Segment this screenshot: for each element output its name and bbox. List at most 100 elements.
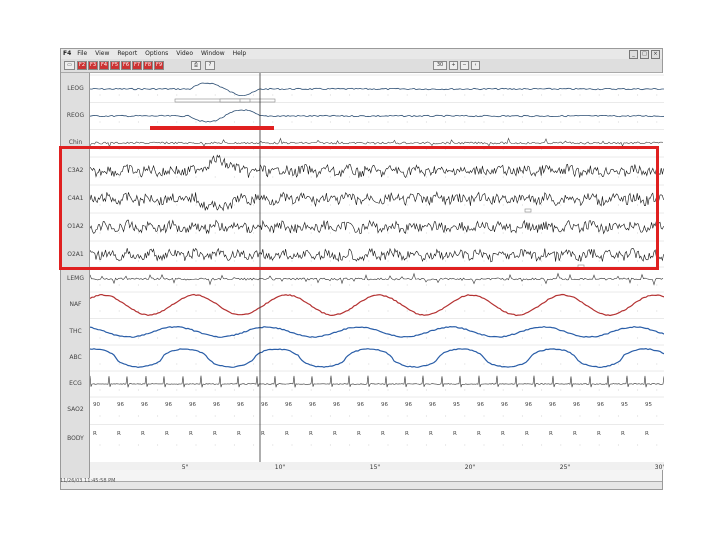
menu-file[interactable]: File <box>77 50 87 57</box>
body-position-value: R <box>381 431 385 437</box>
grid-dot <box>425 415 427 417</box>
channel-label-o2a1[interactable]: O2A1 <box>61 251 90 258</box>
grid-dot <box>617 204 619 206</box>
grid-dot <box>99 337 101 339</box>
channel-label-body[interactable]: BODY <box>61 435 90 442</box>
grid-dot <box>118 415 120 417</box>
grid-dot <box>272 284 274 286</box>
channel-label-naf[interactable]: NAF <box>61 301 90 308</box>
channel-label-abc[interactable]: ABC <box>61 354 90 361</box>
channel-label-sao2[interactable]: SAO2 <box>61 406 90 413</box>
grid-dot <box>214 232 216 234</box>
grid-dot <box>233 444 235 446</box>
horizontal-scrollbar[interactable] <box>61 481 662 489</box>
grid-dot <box>157 363 159 365</box>
grid-dot <box>521 94 523 96</box>
grid-dot <box>176 363 178 365</box>
print-icon[interactable]: ⎙ <box>191 61 201 70</box>
menu-video[interactable]: Video <box>176 50 193 57</box>
grid-dot <box>541 232 543 234</box>
menu-options[interactable]: Options <box>145 50 168 57</box>
sao2-value: 96 <box>573 402 580 408</box>
grid-dot <box>502 94 504 96</box>
grid-dot <box>406 176 408 178</box>
grid-dot <box>253 284 255 286</box>
menu-help[interactable]: Help <box>233 50 247 57</box>
channel-label-chin[interactable]: Chin <box>61 139 90 146</box>
f8-button[interactable]: F8 <box>143 61 153 70</box>
epoch-length-field[interactable]: 30 <box>433 61 447 70</box>
grid-dot <box>502 363 504 365</box>
app-menu[interactable]: F4 <box>63 50 71 57</box>
help-icon[interactable]: ? <box>205 61 215 70</box>
f5-button[interactable]: F5 <box>110 61 120 70</box>
grid-dot <box>368 94 370 96</box>
grid-dot <box>502 121 504 123</box>
channel-label-c4a1[interactable]: C4A1 <box>61 195 90 202</box>
sao2-value: 96 <box>285 402 292 408</box>
grid-dot <box>272 176 274 178</box>
grid-dot <box>656 415 658 417</box>
grid-dot <box>195 148 197 150</box>
grid-dot <box>464 389 466 391</box>
f2-button[interactable]: F2 <box>77 61 87 70</box>
menu-window[interactable]: Window <box>201 50 225 57</box>
menu-view[interactable]: View <box>95 50 109 57</box>
grid-dot <box>329 260 331 262</box>
body-position-value: R <box>621 431 625 437</box>
menu-report[interactable]: Report <box>117 50 137 57</box>
grid-dot <box>176 232 178 234</box>
channel-label-c3a2[interactable]: C3A2 <box>61 167 90 174</box>
f6-button[interactable]: F6 <box>121 61 131 70</box>
grid-dot <box>560 363 562 365</box>
f3-button[interactable]: F3 <box>88 61 98 70</box>
channel-label-ecg[interactable]: ECG <box>61 380 90 387</box>
f7-button[interactable]: F7 <box>132 61 142 70</box>
f4-button[interactable]: F4 <box>99 61 109 70</box>
channel-label-reog[interactable]: REOG <box>61 112 90 119</box>
grid-dot <box>579 337 581 339</box>
grid-dot <box>368 121 370 123</box>
grid-dot <box>598 284 600 286</box>
grid-dot <box>195 232 197 234</box>
grid-dot <box>502 260 504 262</box>
grid-dot <box>579 232 581 234</box>
grid-dot <box>329 310 331 312</box>
grid-dot <box>349 389 351 391</box>
grid-dot <box>425 121 427 123</box>
grid-dot <box>579 389 581 391</box>
grid-dot <box>579 310 581 312</box>
toolbar: ▭ F2 F3 F4 F5 F6 F7 F8 F9 ⎙ ? 30 + − ‹ <box>61 59 662 73</box>
grid-dot <box>368 337 370 339</box>
open-icon[interactable]: ▭ <box>64 61 75 70</box>
grid-dot <box>656 204 658 206</box>
page-prev-icon[interactable]: ‹ <box>471 61 480 70</box>
grid-dot <box>253 444 255 446</box>
grid-dot <box>157 415 159 417</box>
grid-dot <box>137 363 139 365</box>
grid-dot <box>521 415 523 417</box>
channel-label-o1a2[interactable]: O1A2 <box>61 223 90 230</box>
maximize-icon[interactable]: □ <box>640 50 649 59</box>
close-icon[interactable]: × <box>651 50 660 59</box>
grid-dot <box>99 415 101 417</box>
minimize-icon[interactable]: _ <box>629 50 638 59</box>
grid-dot <box>425 232 427 234</box>
grid-dot <box>406 284 408 286</box>
channel-label-lemg[interactable]: LEMG <box>61 275 90 282</box>
grid-dot <box>483 148 485 150</box>
grid-dot <box>656 363 658 365</box>
channel-label-leog[interactable]: LEOG <box>61 85 90 92</box>
zoom-out-icon[interactable]: − <box>460 61 469 70</box>
grid-dot <box>598 232 600 234</box>
waveform-area[interactable]: 90 96 96 96 96 96 96 96 96 96 96 96 96 96 96 95 96 96 96 96… <box>90 73 664 478</box>
grid-dot <box>406 363 408 365</box>
grid-dot <box>291 94 293 96</box>
window-controls: _ □ × <box>629 50 660 59</box>
channel-label-thc[interactable]: THC <box>61 328 90 335</box>
f9-button[interactable]: F9 <box>154 61 164 70</box>
zoom-in-icon[interactable]: + <box>449 61 458 70</box>
grid-dot <box>464 260 466 262</box>
grid-dot <box>233 94 235 96</box>
grid-dot <box>118 310 120 312</box>
